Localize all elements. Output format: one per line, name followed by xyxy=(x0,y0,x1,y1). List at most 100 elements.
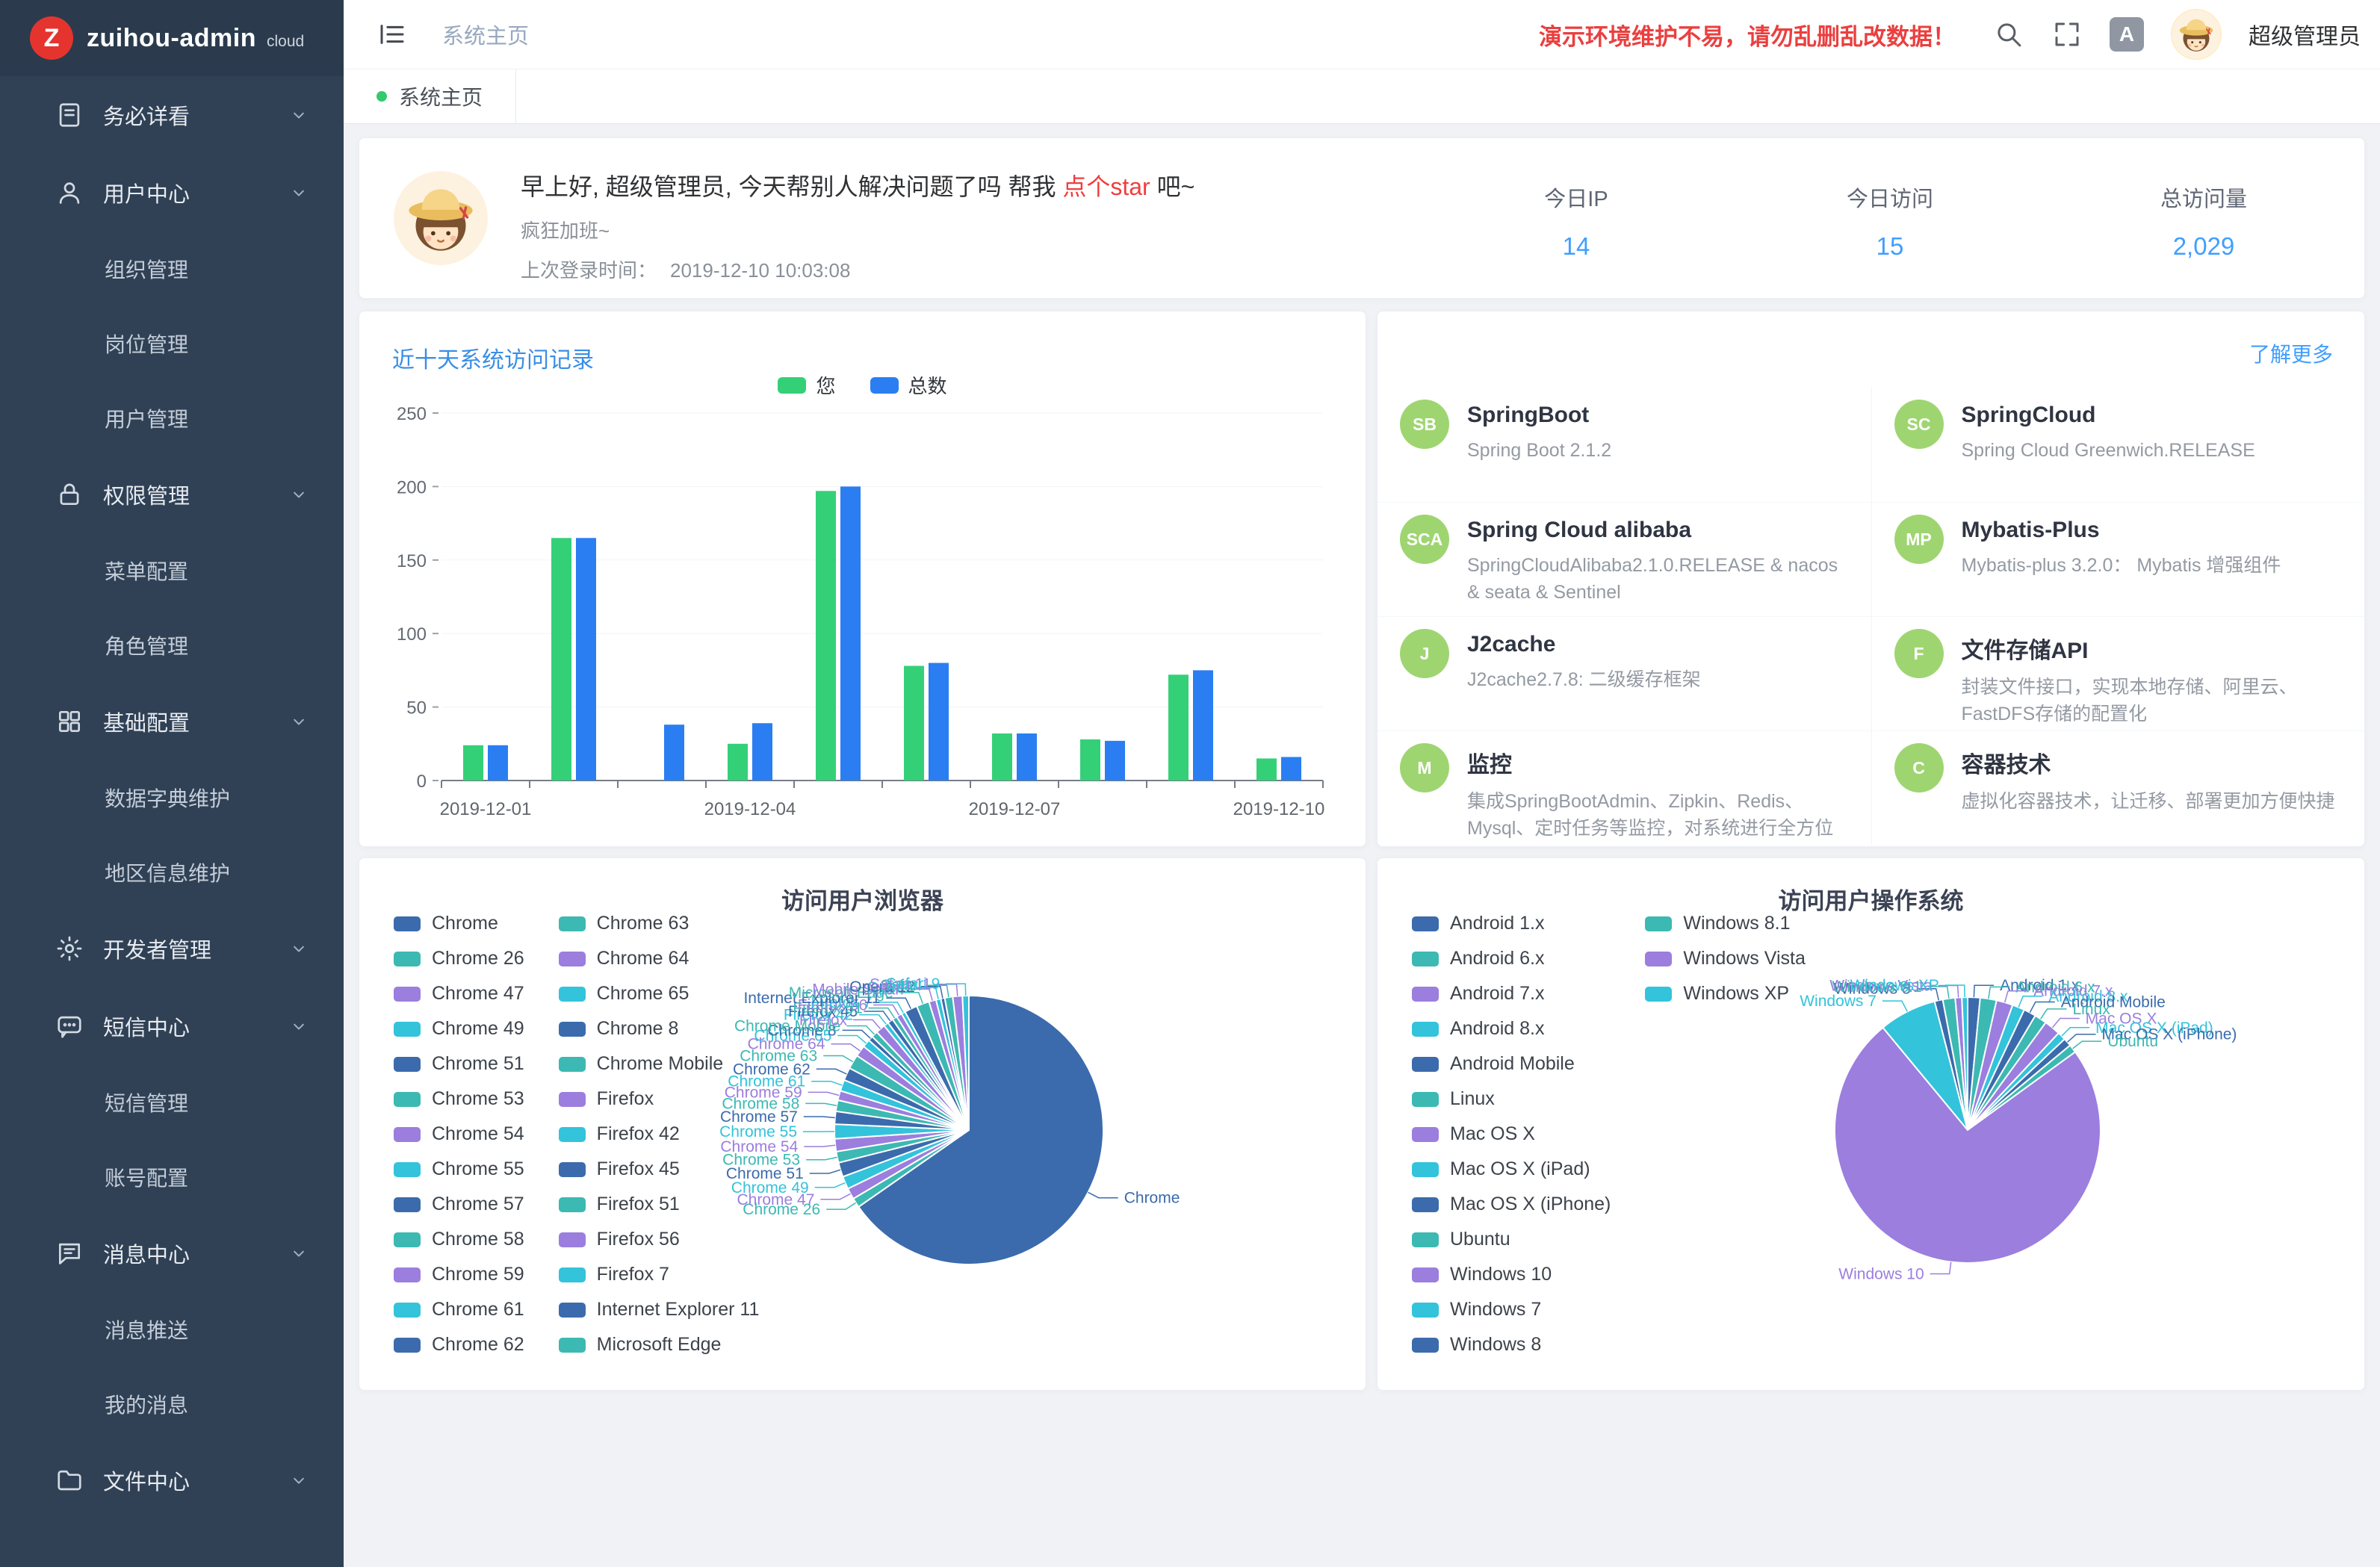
legend-item-chrome-47[interactable]: Chrome 47 xyxy=(394,983,524,1005)
legend-item-android-6-x[interactable]: Android 6.x xyxy=(1412,948,1611,969)
sidebar-item-message-center[interactable]: 消息中心 xyxy=(0,1214,344,1292)
sidebar-item-sms-center[interactable]: 短信中心 xyxy=(0,987,344,1065)
legend-item-chrome-49[interactable]: Chrome 49 xyxy=(394,1018,524,1040)
legend-item-chrome-mobile[interactable]: Chrome Mobile xyxy=(559,1053,760,1075)
sidebar-item-dict-maintain[interactable]: 数据字典维护 xyxy=(0,760,344,835)
sidebar-item-user-center[interactable]: 用户中心 xyxy=(0,154,344,232)
legend-item-windows-7[interactable]: Windows 7 xyxy=(1412,1299,1611,1321)
legend-item-firefox-42[interactable]: Firefox 42 xyxy=(559,1123,760,1145)
legend-item-firefox[interactable]: Firefox xyxy=(559,1088,760,1110)
legend-item-linux[interactable]: Linux xyxy=(1412,1088,1611,1110)
sidebar-item-menu-config[interactable]: 菜单配置 xyxy=(0,533,344,608)
sidebar-item-post-manage[interactable]: 岗位管理 xyxy=(0,306,344,381)
sidebar-item-account-config[interactable]: 账号配置 xyxy=(0,1140,344,1214)
collapse-sidebar-icon[interactable] xyxy=(376,19,408,50)
search-icon[interactable] xyxy=(1993,19,2024,50)
fullscreen-icon[interactable] xyxy=(2051,19,2083,50)
legend-label: Chrome 61 xyxy=(432,1299,524,1321)
username[interactable]: 超级管理员 xyxy=(2249,18,2361,51)
last-login-time: 2019-12-10 10:03:08 xyxy=(670,259,850,282)
os-pie-legend: Android 1.x Android 6.x Android 7.x Android… xyxy=(1412,906,1806,1362)
last-login-label: 上次登录时间： xyxy=(521,259,657,282)
legend-item-chrome-55[interactable]: Chrome 55 xyxy=(394,1158,524,1180)
legend-item-firefox-45[interactable]: Firefox 45 xyxy=(559,1158,760,1180)
user-avatar[interactable] xyxy=(2171,9,2222,60)
sidebar-item-my-message[interactable]: 我的消息 xyxy=(0,1367,344,1442)
sidebar-item-message-push[interactable]: 消息推送 xyxy=(0,1292,344,1367)
font-size-icon[interactable]: A xyxy=(2110,17,2144,52)
sidebar-item-region-maintain[interactable]: 地区信息维护 xyxy=(0,835,344,910)
tech-info: Spring Cloud alibabaSpringCloudAlibaba2.… xyxy=(1467,515,1850,616)
legend-item-windows-xp[interactable]: Windows XP xyxy=(1645,983,1806,1005)
legend-item-[interactable]: 总数 xyxy=(870,371,947,399)
grid-icon xyxy=(55,707,84,736)
sidebar-item-user-manage[interactable]: 用户管理 xyxy=(0,381,344,456)
legend-item-chrome-61[interactable]: Chrome 61 xyxy=(394,1299,524,1321)
legend-item-android-mobile[interactable]: Android Mobile xyxy=(1412,1053,1611,1075)
visits-bar-chart: 0501001502002502019-12-012019-12-042019-… xyxy=(379,403,1350,828)
sidebar-item-base-config[interactable]: 基础配置 xyxy=(0,683,344,760)
legend-item-firefox-7[interactable]: Firefox 7 xyxy=(559,1264,760,1285)
svg-text:Firefox 7: Firefox 7 xyxy=(811,994,873,1011)
legend-swatch xyxy=(394,952,421,966)
legend-item-chrome-8[interactable]: Chrome 8 xyxy=(559,1018,760,1040)
legend-item-ubuntu[interactable]: Ubuntu xyxy=(1412,1229,1611,1250)
legend-item-chrome-53[interactable]: Chrome 53 xyxy=(394,1088,524,1110)
learn-more-link[interactable]: 了解更多 xyxy=(2249,338,2333,368)
legend-item-windows-10[interactable]: Windows 10 xyxy=(1412,1264,1611,1285)
sidebar-item-org-manage[interactable]: 组织管理 xyxy=(0,232,344,306)
sidebar-item-file-center[interactable]: 文件中心 xyxy=(0,1442,344,1519)
legend-item-chrome[interactable]: Chrome xyxy=(394,913,524,934)
sidebar-item-role-manage[interactable]: 角色管理 xyxy=(0,608,344,683)
legend-item-[interactable]: 您 xyxy=(778,371,835,399)
legend-item-chrome-54[interactable]: Chrome 54 xyxy=(394,1123,524,1145)
legend-swatch xyxy=(559,1303,586,1318)
legend-item-firefox-51[interactable]: Firefox 51 xyxy=(559,1194,760,1215)
legend-swatch xyxy=(1645,987,1672,1002)
legend-item-android-1-x[interactable]: Android 1.x xyxy=(1412,913,1611,934)
chevron-down-icon xyxy=(288,484,309,505)
legend-item-android-7-x[interactable]: Android 7.x xyxy=(1412,983,1611,1005)
star-link[interactable]: 点个star xyxy=(1062,173,1150,200)
tab-home[interactable]: 系统主页 xyxy=(344,69,516,123)
svg-text:Android 1.x: Android 1.x xyxy=(2000,977,2080,994)
legend-item-chrome-65[interactable]: Chrome 65 xyxy=(559,983,760,1005)
legend-swatch xyxy=(394,1162,421,1177)
legend-item-chrome-64[interactable]: Chrome 64 xyxy=(559,948,760,969)
legend-item-firefox-56[interactable]: Firefox 56 xyxy=(559,1229,760,1250)
sidebar-item-label: 文件中心 xyxy=(103,1465,190,1496)
legend-item-mac-os-x-ipad[interactable]: Mac OS X (iPad) xyxy=(1412,1158,1611,1180)
legend-swatch xyxy=(559,952,586,966)
legend-item-chrome-62[interactable]: Chrome 62 xyxy=(394,1334,524,1356)
app-logo[interactable]: Z zuihou-admin cloud xyxy=(0,0,344,76)
legend-item-chrome-26[interactable]: Chrome 26 xyxy=(394,948,524,969)
legend-item-mac-os-x-iphone[interactable]: Mac OS X (iPhone) xyxy=(1412,1194,1611,1215)
legend-item-windows-8[interactable]: Windows 8 xyxy=(1412,1334,1611,1356)
legend-item-windows-vista[interactable]: Windows Vista xyxy=(1645,948,1806,969)
legend-swatch xyxy=(559,1338,586,1353)
tech-item-desc: 虚拟化容器技术，让迁移、部署更加方便快捷 xyxy=(1962,788,2335,815)
sidebar-item-must-read[interactable]: 务必详看 xyxy=(0,76,344,154)
sidebar-subitem-label: 角色管理 xyxy=(105,630,188,660)
sidebar-item-sms-manage[interactable]: 短信管理 xyxy=(0,1065,344,1140)
chevron-down-icon xyxy=(288,182,309,203)
legend-item-chrome-58[interactable]: Chrome 58 xyxy=(394,1229,524,1250)
doc-icon xyxy=(55,101,84,129)
logo-icon: Z xyxy=(30,16,73,60)
legend-item-android-8-x[interactable]: Android 8.x xyxy=(1412,1018,1611,1040)
sidebar-item-dev-manage[interactable]: 开发者管理 xyxy=(0,910,344,987)
sidebar-item-auth-manage[interactable]: 权限管理 xyxy=(0,456,344,533)
legend-swatch xyxy=(1645,952,1672,966)
legend-item-internet-explorer-11[interactable]: Internet Explorer 11 xyxy=(559,1299,760,1321)
legend-label: Chrome 49 xyxy=(432,1018,524,1040)
sidebar: Z zuihou-admin cloud 务必详看用户中心组织管理岗位管理用户管… xyxy=(0,0,344,1567)
legend-item-chrome-63[interactable]: Chrome 63 xyxy=(559,913,760,934)
legend-item-microsoft-edge[interactable]: Microsoft Edge xyxy=(559,1334,760,1356)
legend-swatch xyxy=(394,1338,421,1353)
legend-item-windows-8-1[interactable]: Windows 8.1 xyxy=(1645,913,1806,934)
legend-item-chrome-57[interactable]: Chrome 57 xyxy=(394,1194,524,1215)
legend-item-chrome-51[interactable]: Chrome 51 xyxy=(394,1053,524,1075)
legend-item-mac-os-x[interactable]: Mac OS X xyxy=(1412,1123,1611,1145)
legend-item-chrome-59[interactable]: Chrome 59 xyxy=(394,1264,524,1285)
breadcrumb[interactable]: 系统主页 xyxy=(442,19,529,50)
